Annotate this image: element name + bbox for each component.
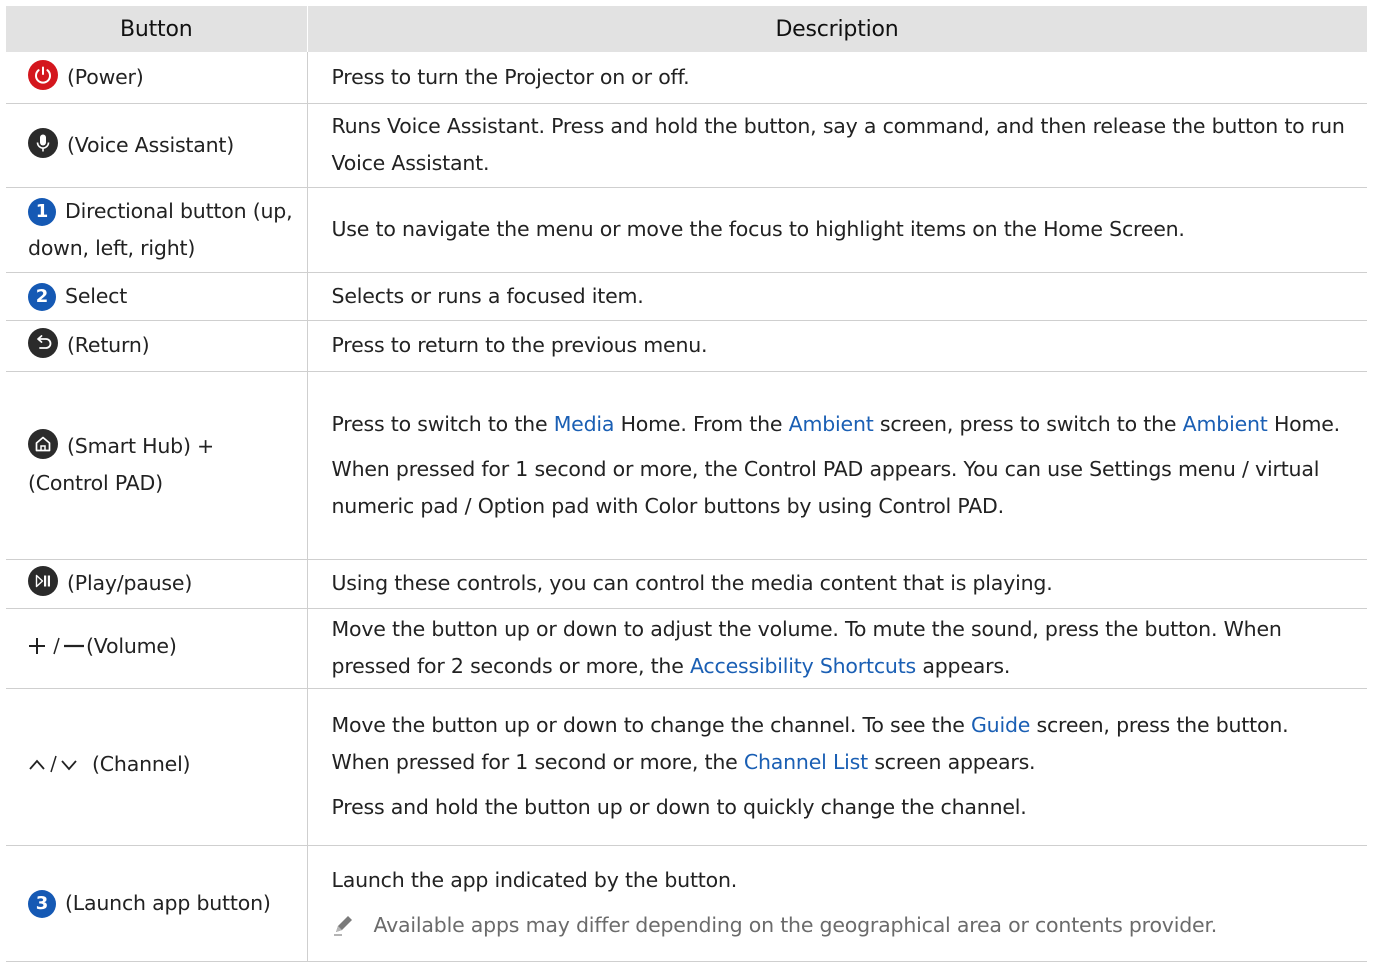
table-row-power: (Power) Press to turn the Projector on o… [6,52,1367,104]
note-text: Available apps may differ depending on t… [373,913,1218,937]
description-cell-channel: Move the button up or down to change the… [307,688,1367,846]
header-button: Button [6,6,308,52]
description-text: screen, press to switch to the [873,411,1183,436]
button-cell-directional: 1 Directional button (up, down, left, rig… [6,187,308,273]
button-label: Directional button (up, down, left, righ… [28,198,293,260]
description-cell-voice-assistant: Runs Voice Assistant. Press and hold the… [307,103,1367,188]
description-text: Press to switch to the [331,411,554,436]
table-row-channel: (Channel) Move the button up or down to … [6,688,1367,846]
number-badge-3: 3 [28,889,56,918]
description-cell-power: Press to turn the Projector on or off. [307,52,1367,104]
button-label: (Channel) [92,752,191,776]
description-paragraph: When pressed for 1 second or more, the C… [331,456,1320,518]
channel-list-link[interactable]: Channel List [744,750,868,774]
description-paragraph: Move the button up or down to change the… [332,707,1348,781]
description-cell-return: Press to return to the previous menu. [307,320,1367,372]
button-label: (Launch app button) [65,890,271,915]
description-text: appears. [916,654,1011,678]
table-row-smart-hub: (Smart Hub) + (Control PAD) Press to swi… [6,371,1367,560]
ambient-link[interactable]: Ambient [1183,412,1268,436]
play-pause-icon [28,566,58,596]
remote-buttons-table: Button Description (Power) Press to turn… [6,6,1368,962]
description-text: Move the button up or down to change the… [331,713,971,737]
description-cell-smart-hub: Press to switch to the Media Home. From … [307,371,1367,560]
return-icon [28,328,58,358]
description-cell-play-pause: Using these controls, you can control th… [307,559,1367,609]
chevron-up-down-icon [28,750,92,787]
table-row-play-pause: (Play/pause) Using these controls, you c… [6,559,1367,609]
description-text: Home. [1267,411,1340,436]
description-cell-launch-app: Launch the app indicated by the button. … [307,845,1367,962]
button-cell-voice-assistant: (Voice Assistant) [6,103,308,188]
description-paragraph: Press and hold the button up or down to … [331,795,1027,819]
description-text: Use to navigate the menu or move the foc… [331,217,1185,241]
number-badge-2: 2 [28,282,56,311]
table-row-voice-assistant: (Voice Assistant) Runs Voice Assistant. … [6,103,1367,188]
description-text: Using these controls, you can control th… [331,571,1053,595]
home-icon [28,429,58,459]
description-text: screen appears. [868,750,1036,774]
accessibility-shortcuts-link[interactable]: Accessibility Shortcuts [690,654,916,678]
button-cell-return: (Return) [6,320,308,372]
description-text: Selects or runs a focused item. [331,283,644,308]
button-label: (Voice Assistant) [67,132,235,157]
table-row-launch-app: 3 (Launch app button) Launch the app indi… [6,845,1367,962]
table-row-directional: 1 Directional button (up, down, left, rig… [6,187,1367,273]
button-cell-select: 2 Select [6,272,308,321]
description-text: Home. From the [614,411,789,436]
button-cell-smart-hub: (Smart Hub) + (Control PAD) [6,371,308,560]
description-text: Press to turn the Projector on or off. [331,64,690,89]
note-paragraph: Available apps may differ depending on t… [332,907,1348,944]
description-text: Press to return to the previous menu. [331,333,708,357]
button-cell-power: (Power) [6,52,308,104]
button-label: (Volume) [86,633,177,658]
table-header-row: Button Description [6,6,1368,52]
button-label: (Return) [67,333,150,357]
media-link[interactable]: Media [554,412,615,436]
description-paragraph: Launch the app indicated by the button. [331,868,738,892]
button-label: (Power) [67,64,144,89]
button-cell-play-pause: (Play/pause) [6,559,308,609]
pencil-note-icon [330,910,358,938]
table-row-select: 2 Select Selects or runs a focused item. [6,272,1367,321]
guide-link[interactable]: Guide [971,713,1030,737]
number-badge-1: 1 [28,197,56,226]
plus-minus-icon [28,632,86,669]
table-row-volume: (Volume) Move the button up or down to a… [6,608,1367,689]
microphone-icon [28,127,58,158]
button-label: Select [65,283,128,308]
description-cell-volume: Move the button up or down to adjust the… [307,608,1367,689]
button-label: (Play/pause) [67,571,193,595]
header-description: Description [307,6,1368,52]
description-text: Runs Voice Assistant. Press and hold the… [331,114,1345,175]
description-cell-directional: Use to navigate the menu or move the foc… [307,187,1367,273]
button-cell-volume: (Volume) [6,608,308,689]
description-cell-select: Selects or runs a focused item. [307,272,1367,321]
description-paragraph: Press to switch to the Media Home. From … [332,406,1348,443]
button-cell-channel: (Channel) [6,688,308,846]
table-row-return: (Return) Press to return to the previous… [6,320,1367,372]
ambient-link[interactable]: Ambient [789,412,874,436]
power-icon [28,59,58,90]
button-cell-launch-app: 3 (Launch app button) [6,845,308,962]
